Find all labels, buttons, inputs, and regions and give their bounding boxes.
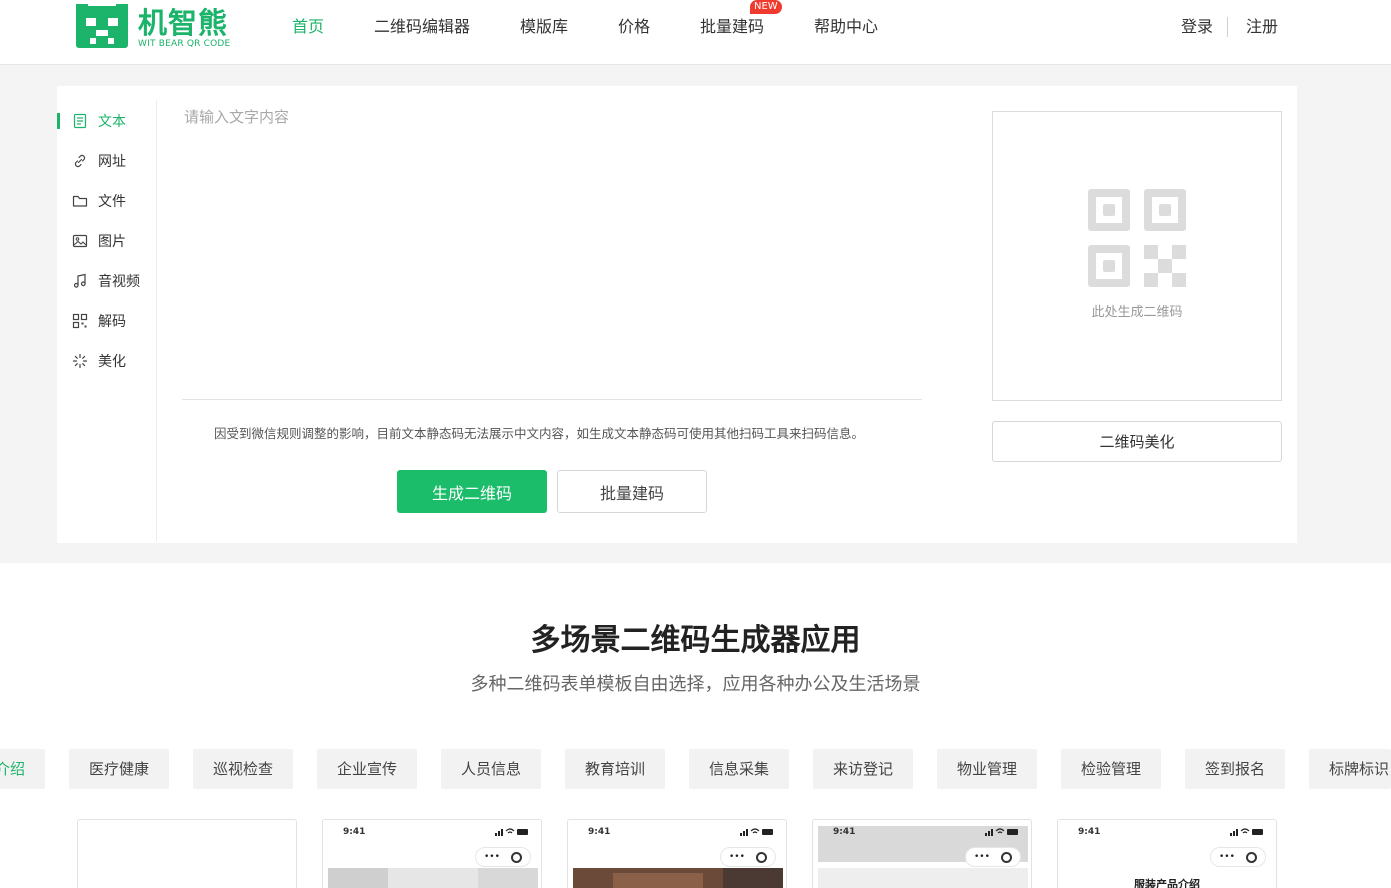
more-dots-icon: ••• — [1219, 852, 1235, 862]
scene-tab-inspection[interactable]: 巡视检查 — [193, 749, 293, 789]
type-image[interactable]: 图片 — [57, 230, 157, 254]
link-icon — [74, 154, 86, 168]
type-decode[interactable]: 解码 — [57, 310, 157, 334]
qr-preview-box: 此处生成二维码 — [992, 111, 1282, 401]
scene-tab-testing[interactable]: 检验管理 — [1061, 749, 1161, 789]
sparkle-icon — [72, 353, 88, 369]
login-link[interactable]: 登录 — [1181, 16, 1213, 38]
type-audio-video-label: 音视频 — [98, 274, 140, 290]
brand-name: 机智熊 — [138, 6, 229, 40]
type-url[interactable]: 网址 — [57, 150, 157, 174]
phone-time: 9:41 — [1078, 827, 1101, 837]
qr-preview-hint: 此处生成二维码 — [1091, 305, 1183, 320]
image-icon — [72, 234, 88, 248]
nav-templates[interactable]: 模版库 — [520, 16, 568, 38]
folder-icon — [72, 195, 88, 207]
generator-panel: 文本 网址 文件 图片 音视频 解码 美化 因受到微信规则调整的影响，目前文本静… — [57, 86, 1297, 543]
template-photo — [573, 868, 783, 888]
type-text-label: 文本 — [98, 114, 126, 130]
type-image-label: 图片 — [98, 234, 126, 250]
nav-pricing[interactable]: 价格 — [618, 16, 650, 38]
phone-status-icons — [495, 828, 528, 836]
qr-placeholder-icon — [1088, 189, 1186, 287]
type-url-label: 网址 — [98, 154, 126, 170]
close-circle-icon — [1246, 852, 1257, 863]
scene-tab-property[interactable]: 物业管理 — [937, 749, 1037, 789]
phone-time: 9:41 — [833, 827, 856, 837]
scenes-subtitle: 多种二维码表单模板自由选择，应用各种办公及生活场景 — [470, 674, 921, 695]
miniapp-capsule: ••• — [965, 847, 1021, 867]
template-card[interactable]: 9:41 ••• 服装产品介绍 — [1057, 819, 1277, 888]
type-audio-video[interactable]: 音视频 — [57, 270, 157, 294]
generate-qr-button[interactable]: 生成二维码 — [397, 470, 547, 513]
type-file[interactable]: 文件 — [57, 190, 157, 214]
scene-tab-education[interactable]: 教育培训 — [565, 749, 665, 789]
scenes-title: 多场景二维码生成器应用 — [530, 623, 861, 658]
more-dots-icon: ••• — [974, 852, 990, 862]
scene-tab-collection[interactable]: 信息采集 — [689, 749, 789, 789]
wechat-notice: 因受到微信规则调整的影响，目前文本静态码无法展示中文内容，如生成文本静态码可使用… — [214, 426, 865, 441]
phone-time: 9:41 — [343, 827, 366, 837]
scene-tab-medical[interactable]: 医疗健康 — [69, 749, 169, 789]
miniapp-capsule: ••• — [1210, 847, 1266, 867]
scene-tab-signup[interactable]: 签到报名 — [1185, 749, 1285, 789]
document-icon — [73, 113, 87, 129]
nav-help-center[interactable]: 帮助中心 — [814, 16, 878, 38]
active-indicator — [57, 113, 60, 129]
qr-beautify-button[interactable]: 二维码美化 — [992, 421, 1282, 462]
text-content-input[interactable] — [182, 100, 922, 400]
phone-status-icons — [740, 828, 773, 836]
phone-time: 9:41 — [588, 827, 611, 837]
new-badge: NEW — [750, 0, 782, 14]
qr-scan-icon — [72, 313, 88, 329]
miniapp-capsule: ••• — [475, 847, 531, 867]
scene-tab-personnel[interactable]: 人员信息 — [441, 749, 541, 789]
template-card[interactable] — [77, 819, 297, 888]
bear-logo-icon — [76, 4, 128, 48]
type-decode-label: 解码 — [98, 314, 126, 330]
more-dots-icon: ••• — [729, 852, 745, 862]
music-note-icon — [73, 273, 86, 288]
batch-create-button[interactable]: 批量建码 — [557, 470, 707, 513]
nav-home[interactable]: 首页 — [292, 16, 324, 38]
brand-tagline: WIT BEAR QR CODE — [138, 39, 231, 49]
phone-status-icons — [1230, 828, 1263, 836]
type-text[interactable]: 文本 — [57, 110, 157, 134]
top-header: 机智熊 WIT BEAR QR CODE 首页 二维码编辑器 模版库 价格 批量… — [0, 0, 1391, 65]
more-dots-icon: ••• — [484, 852, 500, 862]
template-photo — [328, 868, 538, 888]
template-card[interactable]: 9:41 ••• — [567, 819, 787, 888]
brand-logo[interactable]: 机智熊 WIT BEAR QR CODE — [76, 4, 236, 52]
nav-batch-create[interactable]: 批量建码 — [700, 16, 764, 38]
close-circle-icon — [756, 852, 767, 863]
type-beautify[interactable]: 美化 — [57, 350, 157, 374]
template-photo — [818, 868, 1028, 888]
close-circle-icon — [1001, 852, 1012, 863]
content-type-sidebar: 文本 网址 文件 图片 音视频 解码 美化 — [57, 100, 157, 541]
nav-qr-editor[interactable]: 二维码编辑器 — [374, 16, 470, 38]
scene-tab-company[interactable]: 企业宣传 — [317, 749, 417, 789]
type-file-label: 文件 — [98, 194, 126, 210]
template-card[interactable]: 9:41 ••• — [322, 819, 542, 888]
register-link[interactable]: 注册 — [1246, 16, 1278, 38]
type-beautify-label: 美化 — [98, 354, 126, 370]
phone-status-icons — [985, 828, 1018, 836]
scene-tab-intro[interactable]: 介绍 — [0, 749, 45, 789]
auth-divider — [1227, 17, 1228, 37]
scene-tab-visitor[interactable]: 来访登记 — [813, 749, 913, 789]
miniapp-capsule: ••• — [720, 847, 776, 867]
template-heading: 服装产品介绍 — [1134, 878, 1200, 888]
close-circle-icon — [511, 852, 522, 863]
scene-tab-signage[interactable]: 标牌标识 — [1309, 749, 1391, 789]
template-card[interactable]: 9:41 ••• — [812, 819, 1032, 888]
